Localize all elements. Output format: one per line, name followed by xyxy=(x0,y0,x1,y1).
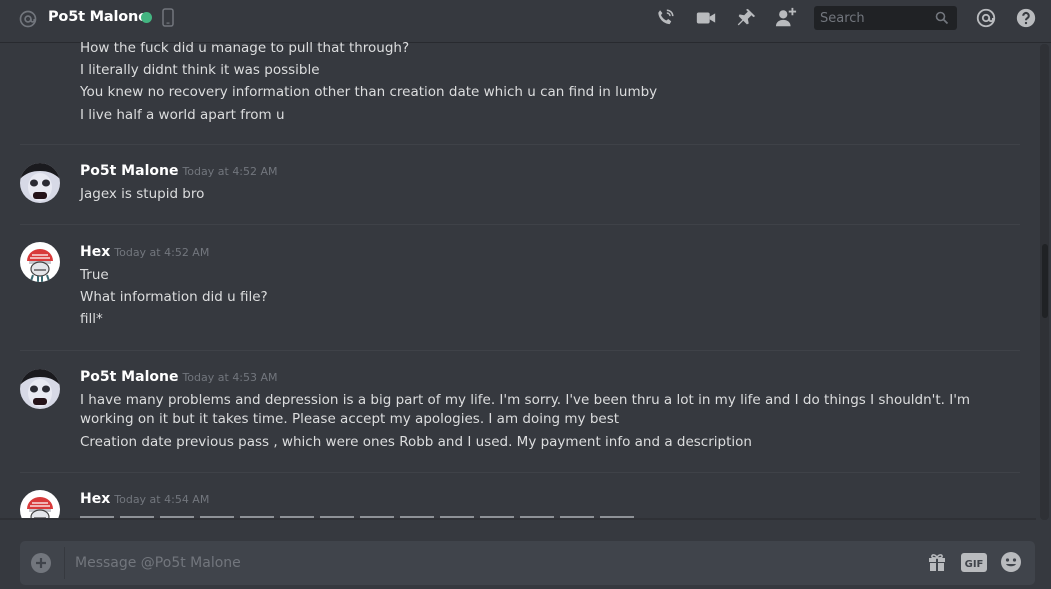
message-text: True xyxy=(80,267,109,283)
video-icon[interactable] xyxy=(695,7,717,29)
message-input[interactable] xyxy=(75,541,895,585)
author-name[interactable]: Hex xyxy=(80,244,110,260)
message-text: What information did u file? xyxy=(80,289,268,305)
message-author[interactable]: Po5t Malone Today at 4:53 AM xyxy=(80,369,278,385)
author-name[interactable]: Po5t Malone xyxy=(80,369,178,385)
call-icon[interactable] xyxy=(654,7,676,29)
avatar[interactable] xyxy=(20,242,60,282)
mention-icon[interactable] xyxy=(975,7,997,29)
message-author[interactable]: Hex Today at 4:52 AM xyxy=(80,244,209,260)
message-divider xyxy=(20,224,1020,225)
channel-header: Po5t Malone xyxy=(0,0,1051,42)
plus-icon[interactable] xyxy=(31,553,51,573)
mobile-icon xyxy=(162,8,174,27)
message-text: Jagex is stupid bro xyxy=(80,186,205,202)
message-divider xyxy=(20,472,1020,473)
add-friend-icon[interactable] xyxy=(775,7,797,29)
message-timestamp: Today at 4:54 AM xyxy=(114,493,210,506)
emoji-icon[interactable] xyxy=(1000,551,1022,573)
message-text: I live half a world apart from u xyxy=(80,107,285,123)
scrollbar-thumb[interactable] xyxy=(1042,244,1048,318)
message-timestamp: Today at 4:53 AM xyxy=(182,371,278,384)
avatar[interactable] xyxy=(20,163,60,203)
pin-icon[interactable] xyxy=(735,7,757,29)
author-name[interactable]: Po5t Malone xyxy=(80,163,178,179)
message-author[interactable]: Hex Today at 4:54 AM xyxy=(80,491,209,507)
search-input[interactable] xyxy=(814,6,938,30)
message-text: I have many problems and depression is a… xyxy=(80,392,971,427)
online-status-indicator xyxy=(141,12,152,23)
message-text: How the fuck did u manage to pull that t… xyxy=(80,42,410,56)
gif-icon[interactable]: GIF xyxy=(961,553,987,572)
gift-icon[interactable] xyxy=(927,552,947,572)
message-divider xyxy=(20,144,1020,145)
message-text: I literally didnt think it was possible xyxy=(80,62,320,78)
channel-title: Po5t Malone xyxy=(48,9,148,25)
message-text: You knew no recovery information other t… xyxy=(80,84,658,100)
message-list[interactable]: How the fuck did u manage to pull that t… xyxy=(0,42,1036,520)
message-author[interactable]: Po5t Malone Today at 4:52 AM xyxy=(80,163,278,179)
help-icon[interactable] xyxy=(1015,7,1037,29)
at-icon xyxy=(19,10,37,28)
author-name[interactable]: Hex xyxy=(80,491,110,507)
message-text: fill* xyxy=(80,311,103,327)
composer-divider xyxy=(64,547,65,579)
search-box[interactable] xyxy=(814,6,957,30)
message-composer: GIF xyxy=(20,541,1035,585)
message-list-bottom-edge xyxy=(0,518,1036,520)
message-timestamp: Today at 4:52 AM xyxy=(182,165,278,178)
avatar[interactable] xyxy=(20,369,60,409)
search-icon xyxy=(935,11,949,25)
avatar[interactable] xyxy=(20,490,60,520)
message-timestamp: Today at 4:52 AM xyxy=(114,246,210,259)
message-divider xyxy=(20,350,1020,351)
svg-text:GIF: GIF xyxy=(965,559,984,570)
message-text: Creation date previous pass , which were… xyxy=(80,434,752,450)
